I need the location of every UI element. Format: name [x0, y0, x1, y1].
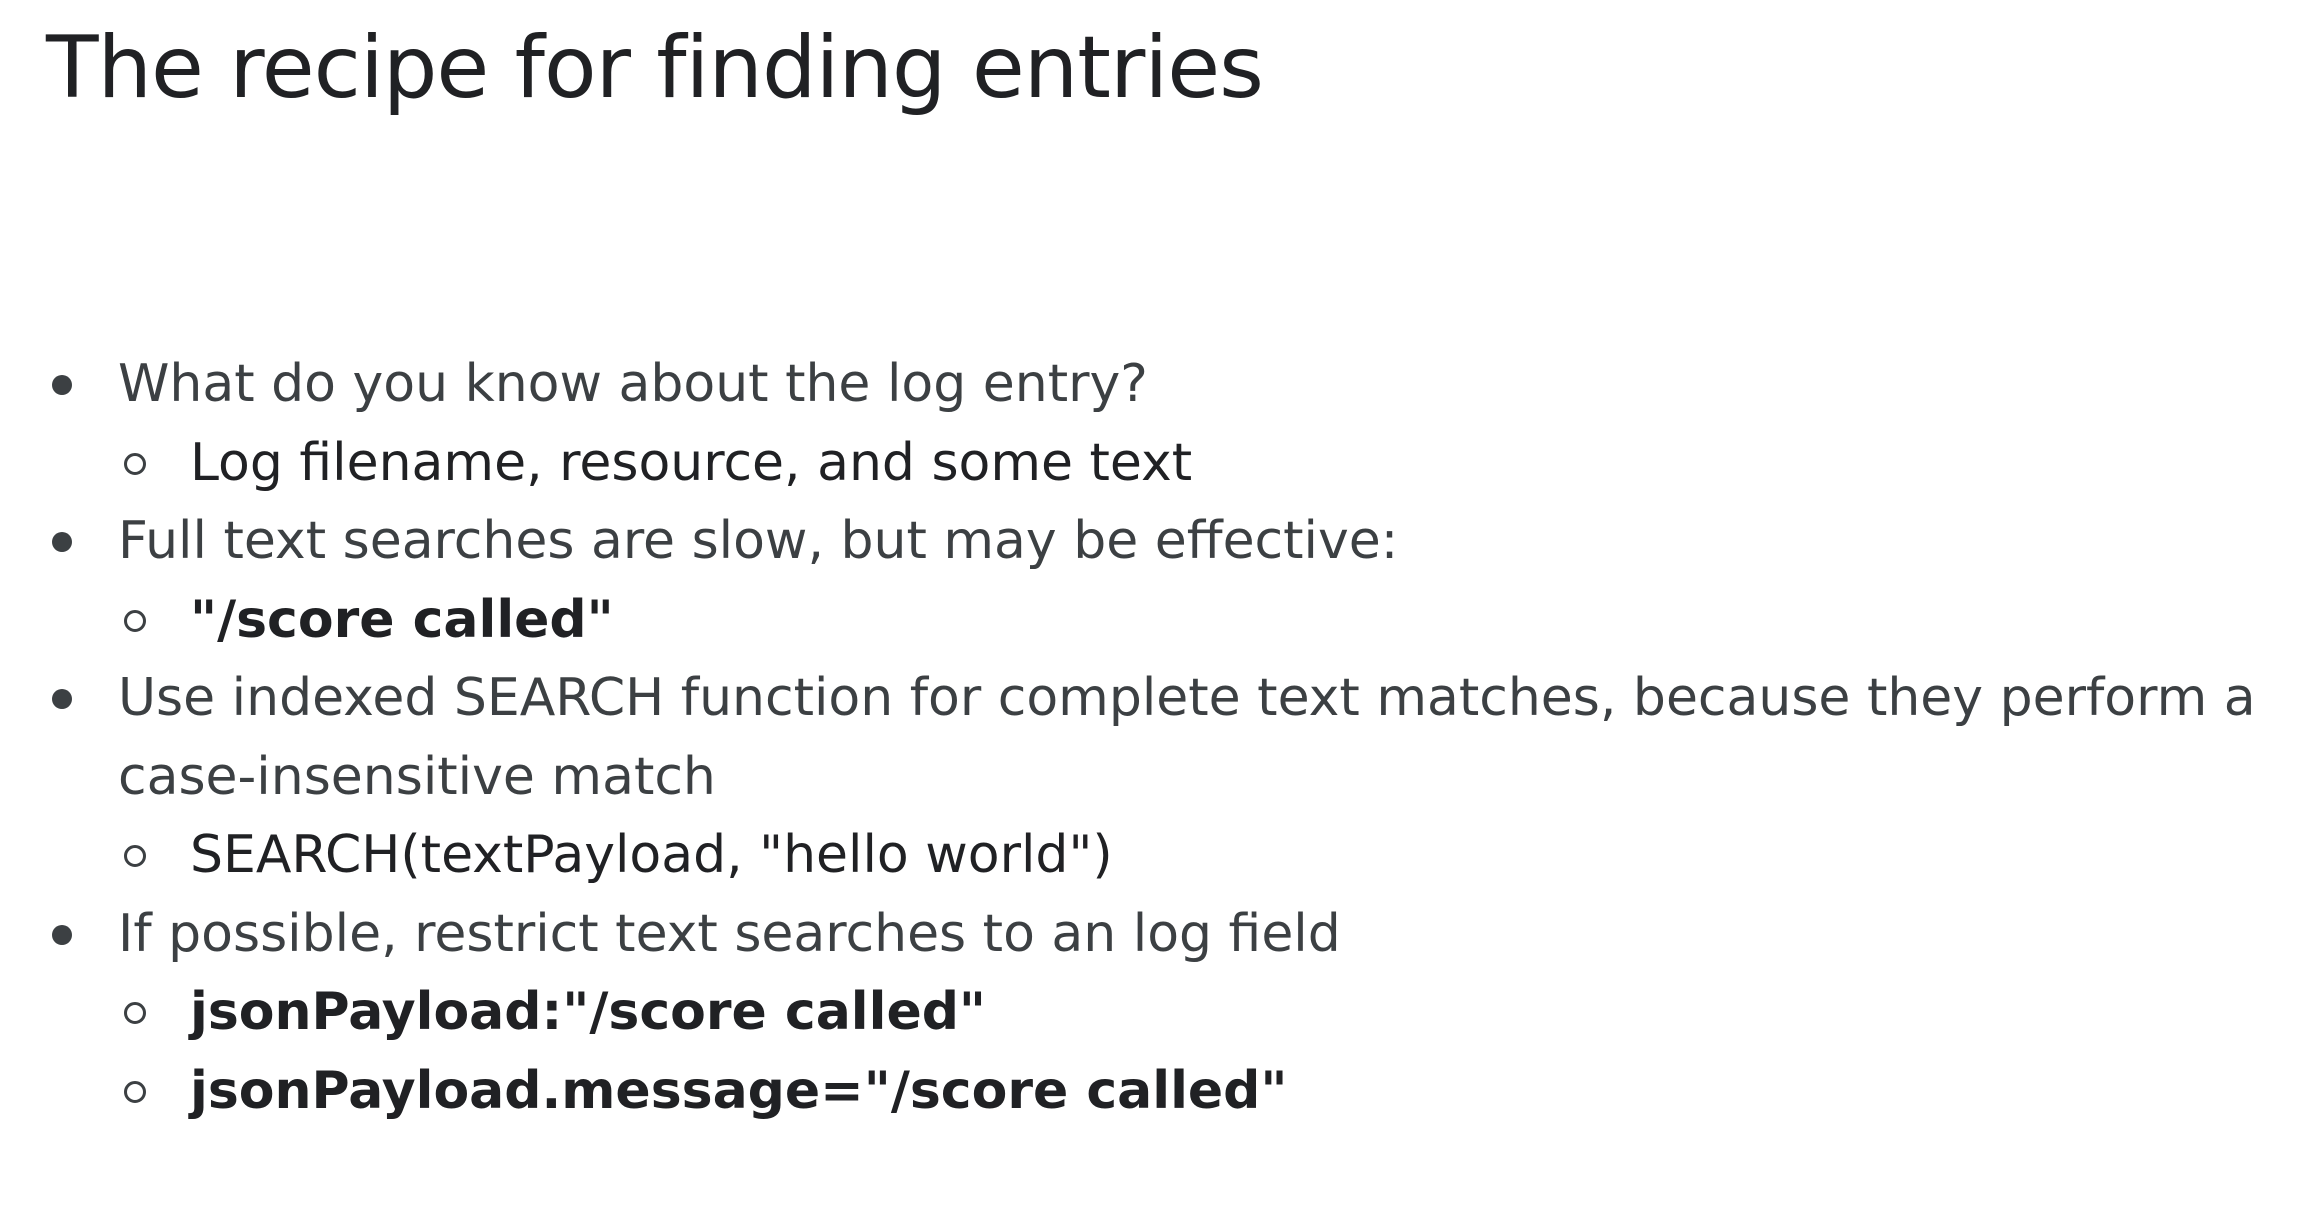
sub-bullet-code: jsonPayload.message="/score called"	[190, 1060, 1288, 1121]
bullet-dot-icon	[52, 689, 72, 709]
hollow-circle-icon	[124, 609, 146, 632]
sub-bullet-text: SEARCH(textPayload, "hello world")	[190, 825, 1113, 885]
bullet-dot-icon	[52, 375, 72, 395]
bullet-item: Full text searches are slow, but may be …	[46, 502, 2286, 581]
sub-bullet-code: "/score called"	[190, 589, 614, 650]
bullet-item: If possible, restrict text searches to a…	[46, 895, 2286, 974]
sub-bullet-item: jsonPayload:"/score called"	[46, 973, 2286, 1052]
bullet-list: What do you know about the log entry? Lo…	[46, 345, 2286, 1130]
bullet-dot-icon	[52, 924, 72, 945]
bullet-text: What do you know about the log entry?	[118, 354, 1148, 414]
bullet-item: What do you know about the log entry?	[46, 345, 2286, 424]
bullet-text: Full text searches are slow, but may be …	[118, 511, 1399, 571]
sub-bullet-item: "/score called"	[46, 581, 2286, 660]
sub-bullet-item: Log filename, resource, and some text	[46, 424, 2286, 503]
sub-bullet-item: SEARCH(textPayload, "hello world")	[46, 816, 2286, 895]
sub-bullet-text: Log filename, resource, and some text	[190, 432, 1193, 493]
sub-bullet-item: jsonPayload.message="/score called"	[46, 1052, 2286, 1131]
slide: The recipe for finding entries What do y…	[0, 0, 2318, 1214]
sub-bullet-code: jsonPayload:"/score called"	[190, 982, 987, 1042]
hollow-circle-icon	[124, 452, 146, 475]
hollow-circle-icon	[124, 845, 146, 867]
hollow-circle-icon	[124, 1002, 146, 1024]
bullet-dot-icon	[52, 532, 72, 552]
slide-title: The recipe for finding entries	[46, 18, 1264, 118]
bullet-item: Use indexed SEARCH function for complete…	[46, 659, 2286, 816]
bullet-text: If possible, restrict text searches to a…	[118, 903, 1341, 964]
bullet-text: Use indexed SEARCH function for complete…	[118, 668, 2256, 807]
hollow-circle-icon	[124, 1080, 146, 1103]
